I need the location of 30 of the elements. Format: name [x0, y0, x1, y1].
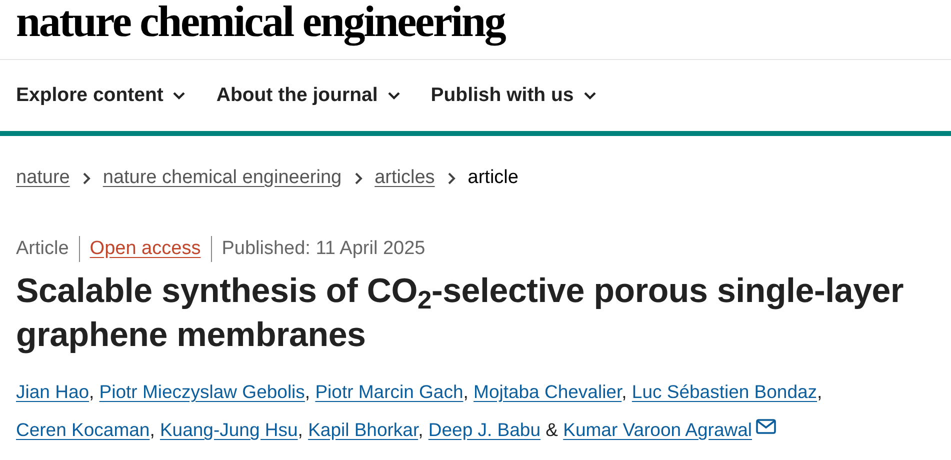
article-type: Article [16, 237, 70, 261]
author-link[interactable]: Kuang-Jung Hsu [160, 419, 298, 440]
author-link[interactable]: Piotr Mieczyslaw Gebolis [99, 381, 305, 402]
breadcrumb-link[interactable]: articles [374, 167, 435, 189]
nav-menu-button[interactable]: Publish with us [430, 84, 597, 107]
author-link[interactable]: Jian Hao [16, 381, 90, 402]
article-title: Scalable synthesis of CO$_{2}$-selective porous single-layer graphene membranes [16, 271, 905, 356]
publish-date: Published: 11 April 2025 [210, 236, 436, 262]
author-link[interactable]: Mojtaba Chevalier [474, 381, 622, 402]
chevron-down-icon [386, 90, 401, 100]
envelope-icon [756, 419, 776, 434]
nav-menu-button[interactable]: Explore content [16, 84, 186, 107]
author-list: Jian Hao, Piotr Mieczyslaw Gebolis, Piotr Marcin Gach, Mojtaba Chevalier, Luc Sébastien Bondaz, Ceren Kocaman, Kuang-Jung Hsu, Kapil Bhorkar, Deep J. Babu & Kumar Varoon Agrawal [16, 373, 935, 449]
chevron-right-icon [446, 172, 456, 184]
author-link[interactable]: Kapil Bhorkar [308, 419, 418, 440]
author-link[interactable]: Kumar Varoon Agrawal [563, 419, 776, 440]
journal-logo[interactable]: nature chemical engineering [16, 0, 505, 44]
chevron-down-icon [582, 90, 597, 100]
open-access-link[interactable]: Open access [78, 236, 211, 262]
author-link[interactable]: Luc Sébastien Bondaz [632, 381, 818, 402]
breadcrumb-link[interactable]: nature chemical engineering [102, 167, 342, 189]
nav-menu-button[interactable]: About the journal [216, 84, 401, 107]
author-link[interactable]: Ceren Kocaman [16, 419, 150, 440]
chevron-right-icon [354, 172, 363, 184]
breadcrumb-link[interactable]: nature [16, 167, 70, 189]
breadcrumb-current: article [468, 167, 518, 189]
chevron-right-icon [82, 172, 91, 184]
author-link[interactable]: Piotr Marcin Gach [315, 381, 464, 402]
author-link[interactable]: Deep J. Babu [428, 419, 540, 440]
chevron-down-icon [172, 90, 186, 100]
